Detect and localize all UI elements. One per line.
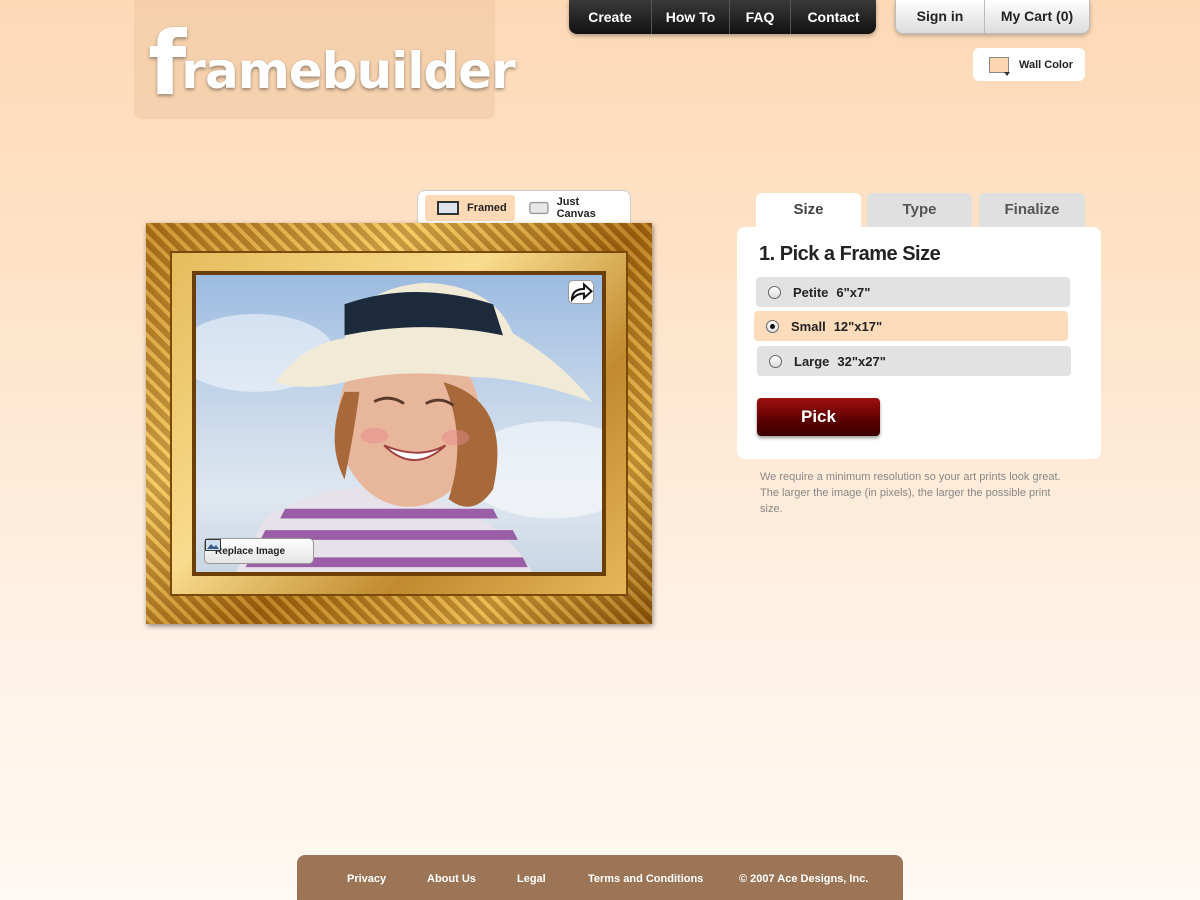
logo[interactable]: framebuilder	[148, 12, 516, 115]
framed-icon	[437, 201, 459, 215]
radio-button[interactable]	[769, 354, 782, 368]
nav-faq[interactable]: FAQ	[730, 0, 791, 34]
size-dims: 12"x17"	[833, 318, 883, 334]
frame-moulding: Replace Image	[170, 251, 628, 596]
footer: Privacy About Us Legal Terms and Conditi…	[297, 855, 903, 900]
replace-image-label: Replace Image	[215, 545, 286, 557]
my-cart-link[interactable]: My Cart (0)	[985, 0, 1089, 34]
framed-option[interactable]: Framed	[425, 195, 515, 221]
wall-color-swatch	[989, 56, 1010, 76]
dropdown-arrow-icon	[1004, 71, 1010, 76]
picture-frame: Replace Image	[146, 223, 652, 624]
wall-color-label: Wall Color	[1019, 58, 1073, 71]
size-option-small[interactable]: Small 12"x17"	[754, 311, 1068, 341]
footer-about-link[interactable]: About Us	[427, 873, 476, 885]
pick-button[interactable]: Pick	[757, 398, 880, 436]
tab-type[interactable]: Type	[867, 193, 972, 229]
size-name: Petite	[793, 284, 829, 300]
framed-label: Framed	[467, 202, 507, 214]
account-nav: Sign in My Cart (0)	[895, 0, 1090, 34]
size-dims: 32"x27"	[837, 353, 886, 369]
size-option-petite[interactable]: Petite 6"x7"	[756, 277, 1070, 307]
nav-create[interactable]: Create	[569, 0, 652, 34]
just-canvas-label: Just Canvas	[556, 196, 596, 220]
nav-how-to[interactable]: How To	[652, 0, 730, 34]
nav-contact[interactable]: Contact	[791, 0, 876, 34]
resolution-note: We require a minimum resolution so your …	[760, 471, 1061, 515]
rotate-arrow-icon	[571, 282, 593, 303]
canvas-icon	[528, 201, 549, 215]
replace-image-button[interactable]: Replace Image	[204, 538, 314, 564]
rotate-image-button[interactable]	[568, 280, 594, 304]
image-icon	[205, 539, 221, 551]
size-name: Large	[794, 353, 830, 369]
framed-photo: Replace Image	[196, 275, 602, 572]
main-nav: Create How To FAQ Contact	[569, 0, 876, 34]
footer-legal-link[interactable]: Legal	[517, 873, 546, 885]
footer-copyright: © 2007 Ace Designs, Inc.	[739, 873, 869, 885]
tab-size[interactable]: Size	[756, 193, 861, 229]
radio-button[interactable]	[768, 285, 781, 299]
logo-rest: ramebuilder	[181, 42, 515, 100]
size-panel: 1. Pick a Frame Size Petite 6"x7" Small …	[737, 227, 1101, 459]
size-option-large[interactable]: Large 32"x27"	[757, 346, 1071, 376]
tab-finalize[interactable]: Finalize	[979, 193, 1085, 229]
footer-privacy-link[interactable]: Privacy	[347, 873, 386, 885]
size-name: Small	[791, 318, 826, 334]
view-toggle: Framed Just Canvas	[417, 190, 631, 226]
logo-box[interactable]: framebuilder	[134, 0, 516, 119]
just-canvas-option[interactable]: Just Canvas	[517, 195, 623, 221]
logo-first-letter: f	[148, 12, 186, 115]
frame-opening: Replace Image	[192, 271, 606, 576]
sign-in-link[interactable]: Sign in	[896, 0, 985, 34]
wall-color-picker[interactable]: Wall Color	[973, 48, 1085, 81]
size-dims: 6"x7"	[836, 284, 871, 300]
photo-illustration	[196, 282, 602, 572]
footer-terms-link[interactable]: Terms and Conditions	[588, 873, 703, 885]
panel-title: 1. Pick a Frame Size	[759, 243, 941, 265]
radio-button-selected[interactable]	[766, 319, 779, 333]
